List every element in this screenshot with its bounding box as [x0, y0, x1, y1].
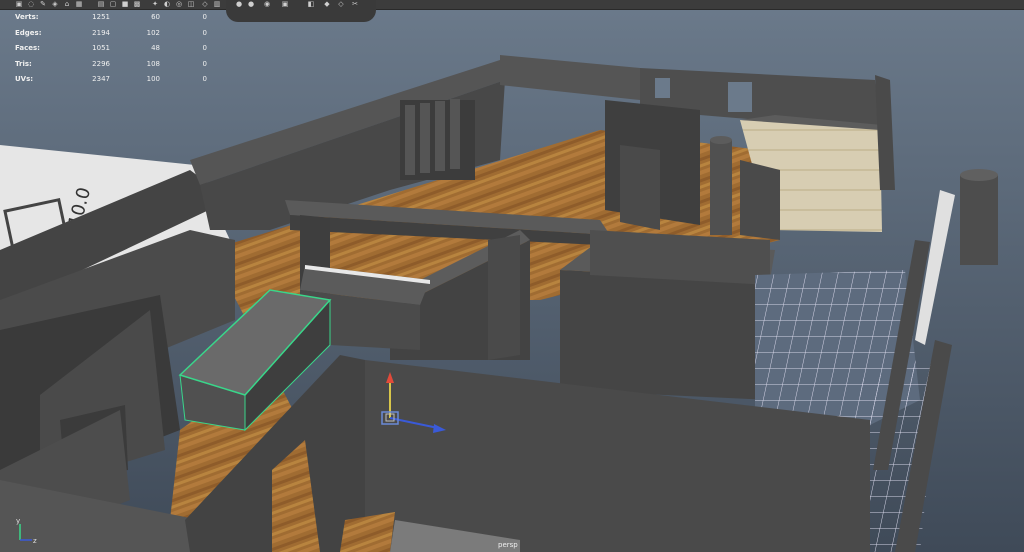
column: [710, 140, 732, 235]
cube-icon[interactable]: ◆: [322, 0, 332, 8]
viewport-toolbar: ▣ ◌ ✎ ◈ ⌂ ▦ ▤ ▢ ■ ▩ ✦ ◐ ◎ ◫ ◇ ▥: [0, 0, 1024, 10]
hud-value: 48: [151, 44, 160, 52]
hud-value: 1051: [92, 44, 110, 52]
hud-row: Faces: 1051 48 0: [15, 41, 215, 57]
hud-label: Verts:: [15, 13, 39, 21]
cube-icon[interactable]: ◇: [200, 0, 210, 8]
hud-value: 60: [151, 13, 160, 21]
right-pillar: [960, 175, 998, 265]
paint-icon[interactable]: ✎: [38, 0, 48, 8]
xray-icon[interactable]: ◫: [186, 0, 196, 8]
hud-value: 100: [146, 75, 160, 83]
light-bulb-icon[interactable]: ●: [246, 0, 256, 8]
camera-icon[interactable]: ⌂: [62, 0, 72, 8]
view-axis-indicator: y z: [10, 514, 40, 545]
room-wall: [560, 270, 770, 400]
resolution-icon[interactable]: ▣: [280, 0, 290, 8]
poly-count-hud: Verts: 1251 60 0 Edges: 2194 102 0 Faces…: [15, 10, 215, 88]
shadow-icon[interactable]: ◐: [162, 0, 172, 8]
shaded-icon[interactable]: ■: [120, 0, 130, 8]
light-bulb-icon[interactable]: ●: [234, 0, 244, 8]
hud-value: 0: [202, 75, 207, 83]
hud-value: 2194: [92, 28, 110, 37]
textured-icon[interactable]: ▩: [132, 0, 142, 8]
scissors-icon[interactable]: ✂: [350, 0, 360, 8]
hud-icon[interactable]: ◧: [306, 0, 316, 8]
hud-label: Tris:: [15, 59, 32, 68]
cube-icon[interactable]: ◇: [336, 0, 346, 8]
select-icon[interactable]: ▣: [14, 0, 24, 8]
lasso-icon[interactable]: ◌: [26, 0, 36, 8]
hud-value: 1251: [92, 13, 110, 21]
hud-label: Edges:: [15, 28, 42, 37]
hud-value: 0: [202, 28, 207, 37]
hud-row: Edges: 2194 102 0: [15, 26, 215, 42]
hud-value: 2347: [92, 75, 110, 83]
camera-label: persp: [498, 541, 518, 549]
hud-label: UVs:: [15, 75, 34, 83]
hud-row: Tris: 2296 108 0: [15, 57, 215, 73]
hud-value: 0: [202, 59, 207, 68]
toolbar-shelf: ● ● ◉ ▣ ◧ ◆ ◇ ✂: [226, 0, 376, 22]
axis-y-label: y: [16, 517, 20, 525]
hud-row: UVs: 2347 100 0: [15, 72, 215, 88]
hud-value: 108: [146, 59, 160, 68]
hud-value: 0: [202, 13, 207, 21]
hud-label: Faces:: [15, 44, 40, 52]
isolate-icon[interactable]: ◎: [174, 0, 184, 8]
hud-value: 102: [146, 28, 160, 37]
axis-z-label: z: [33, 537, 37, 544]
hud-value: 2296: [92, 59, 110, 68]
wireframe-icon[interactable]: ▢: [108, 0, 118, 8]
sphere-icon[interactable]: ◉: [262, 0, 272, 8]
bookmark-icon[interactable]: ▥: [212, 0, 222, 8]
film-icon[interactable]: ▤: [96, 0, 106, 8]
hud-value: 0: [202, 44, 207, 52]
snap-icon[interactable]: ◈: [50, 0, 60, 8]
light-icon[interactable]: ✦: [150, 0, 160, 8]
hud-row: Verts: 1251 60 0: [15, 10, 215, 26]
grid-icon[interactable]: ▦: [74, 0, 84, 8]
